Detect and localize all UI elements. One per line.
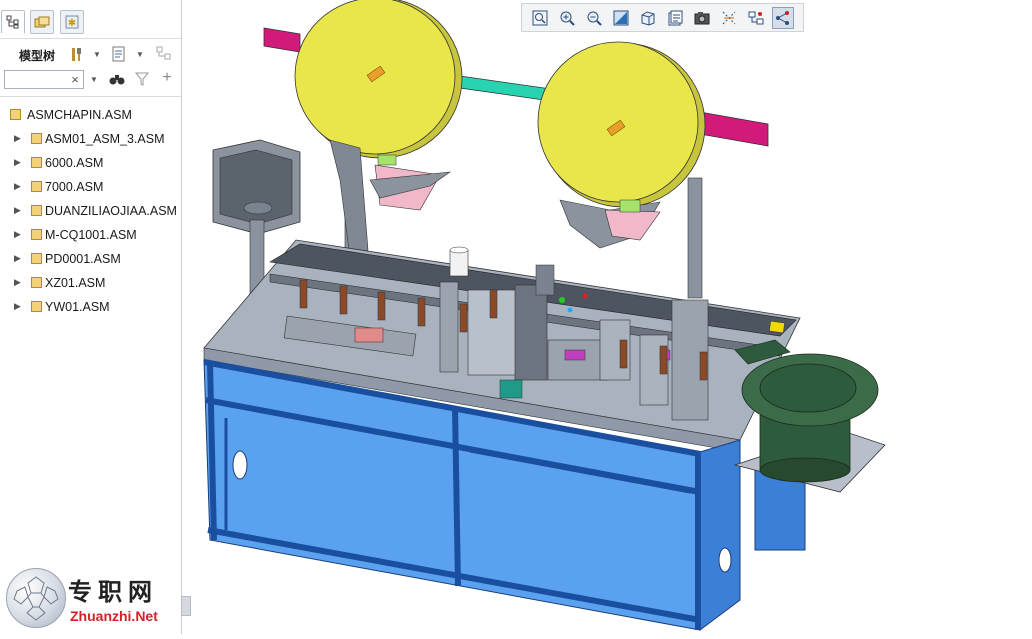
watermark: 专职网 Zhuanzhi.Net	[6, 568, 186, 630]
tree-item-label: YW01.ASM	[45, 300, 110, 314]
folders-icon	[34, 16, 50, 28]
subassembly-icon	[31, 229, 42, 240]
add-icon[interactable]: +	[160, 69, 174, 86]
tree-item-label: 6000.ASM	[45, 156, 104, 170]
zoom-to-fit-icon	[532, 10, 548, 26]
zoom-in-button[interactable]	[556, 7, 578, 29]
zoom-out-icon	[587, 11, 602, 26]
subassembly-icon	[31, 205, 42, 216]
repaint-button[interactable]	[610, 7, 632, 29]
tree-item-label: M-CQ1001.ASM	[45, 228, 137, 242]
saved-views-button[interactable]	[664, 7, 686, 29]
tree-item[interactable]: ▶ ASM01_ASM_3.ASM	[0, 129, 181, 149]
subassembly-icon	[31, 301, 42, 312]
zoom-in-icon	[560, 11, 575, 26]
folder-browser-tab[interactable]	[30, 10, 54, 34]
svg-text:✱: ✱	[68, 18, 76, 29]
tree-item[interactable]: ▶ PD0001.ASM	[0, 249, 181, 269]
zoom-out-button[interactable]	[583, 7, 605, 29]
expand-arrow-icon[interactable]: ▶	[14, 157, 21, 168]
binoculars-icon[interactable]	[108, 71, 126, 87]
tree-item[interactable]: ▶ XZ01.ASM	[0, 273, 181, 293]
search-dropdown-icon[interactable]: ▼	[90, 74, 98, 84]
assembly-icon	[10, 109, 21, 120]
tree-root[interactable]: ASMCHAPIN.ASM	[0, 105, 181, 125]
datum-display-icon	[722, 11, 736, 25]
expand-arrow-icon[interactable]: ▶	[14, 253, 21, 264]
graphics-viewport[interactable]	[192, 0, 1032, 634]
tree-search-bar: × ▼ +	[0, 68, 181, 94]
repaint-icon	[613, 10, 629, 26]
filter-icon[interactable]	[134, 71, 150, 87]
tree-item[interactable]: ▶ YW01.ASM	[0, 297, 181, 317]
tree-toolbar: 模型树 ▼ ▼	[0, 40, 181, 68]
watermark-english: Zhuanzhi.Net	[70, 608, 158, 624]
divider	[0, 96, 181, 97]
subassembly-icon	[31, 253, 42, 264]
subassembly-icon	[31, 133, 42, 144]
spin-center-button[interactable]	[745, 7, 767, 29]
subassembly-icon	[31, 181, 42, 192]
view-orientation-button[interactable]	[637, 7, 659, 29]
subassembly-icon	[31, 157, 42, 168]
tree-item[interactable]: ▶ M-CQ1001.ASM	[0, 225, 181, 245]
tree-icon	[6, 15, 19, 29]
star-icon: ✱	[65, 15, 79, 29]
display-style-button[interactable]	[691, 7, 713, 29]
tree-item-label: PD0001.ASM	[45, 252, 121, 266]
tree-item-label: DUANZILIAOJIAA.ASM	[45, 204, 177, 218]
scroll-thumb[interactable]	[181, 596, 191, 616]
view-orientation-icon	[641, 11, 655, 26]
expand-arrow-icon[interactable]: ▶	[14, 229, 21, 240]
filter-tree-icon[interactable]	[155, 45, 175, 63]
view-toolbar	[521, 3, 804, 32]
expand-arrow-icon[interactable]: ▶	[14, 277, 21, 288]
model-tree-panel: ✱ 模型树 ▼ ▼ × ▼ + ASMCHAPIN.ASM ▶ ASM01_AS…	[0, 0, 182, 634]
annotation-display-button[interactable]	[772, 7, 794, 29]
subassembly-icon	[31, 277, 42, 288]
tree-item-label: XZ01.ASM	[45, 276, 106, 290]
expand-arrow-icon[interactable]: ▶	[14, 133, 21, 144]
panel-tabbar: ✱	[0, 0, 181, 39]
tree-item[interactable]: ▶ 6000.ASM	[0, 153, 181, 173]
tools-dropdown-icon[interactable]: ▼	[93, 50, 101, 59]
saved-views-icon	[668, 10, 683, 26]
settings-dropdown-icon[interactable]: ▼	[136, 50, 144, 59]
watermark-chinese: 专职网	[68, 577, 158, 606]
model-tree-tab[interactable]	[1, 10, 25, 34]
tree-item-label: 7000.ASM	[45, 180, 104, 194]
assembly-model	[203, 0, 886, 631]
tree-item[interactable]: ▶ 7000.ASM	[0, 177, 181, 197]
tree-root-label: ASMCHAPIN.ASM	[27, 108, 132, 122]
clear-search-icon[interactable]: ×	[69, 72, 81, 87]
favorites-tab[interactable]: ✱	[60, 10, 84, 34]
tools-icon[interactable]	[70, 45, 84, 63]
expand-arrow-icon[interactable]: ▶	[14, 301, 21, 312]
annotation-display-icon	[776, 11, 789, 25]
tree-item[interactable]: ▶ DUANZILIAOJIAA.ASM	[0, 201, 181, 221]
zoom-to-fit-button[interactable]	[529, 7, 551, 29]
tree-item-label: ASM01_ASM_3.ASM	[45, 132, 165, 146]
display-style-icon	[694, 12, 710, 25]
spin-center-icon	[748, 11, 764, 25]
expand-arrow-icon[interactable]: ▶	[14, 181, 21, 192]
watermark-logo	[6, 568, 66, 628]
datum-display-button[interactable]	[718, 7, 740, 29]
show-settings-icon[interactable]	[111, 45, 127, 63]
expand-arrow-icon[interactable]: ▶	[14, 205, 21, 216]
panel-splitter[interactable]	[181, 0, 191, 620]
panel-title: 模型树	[19, 49, 56, 63]
